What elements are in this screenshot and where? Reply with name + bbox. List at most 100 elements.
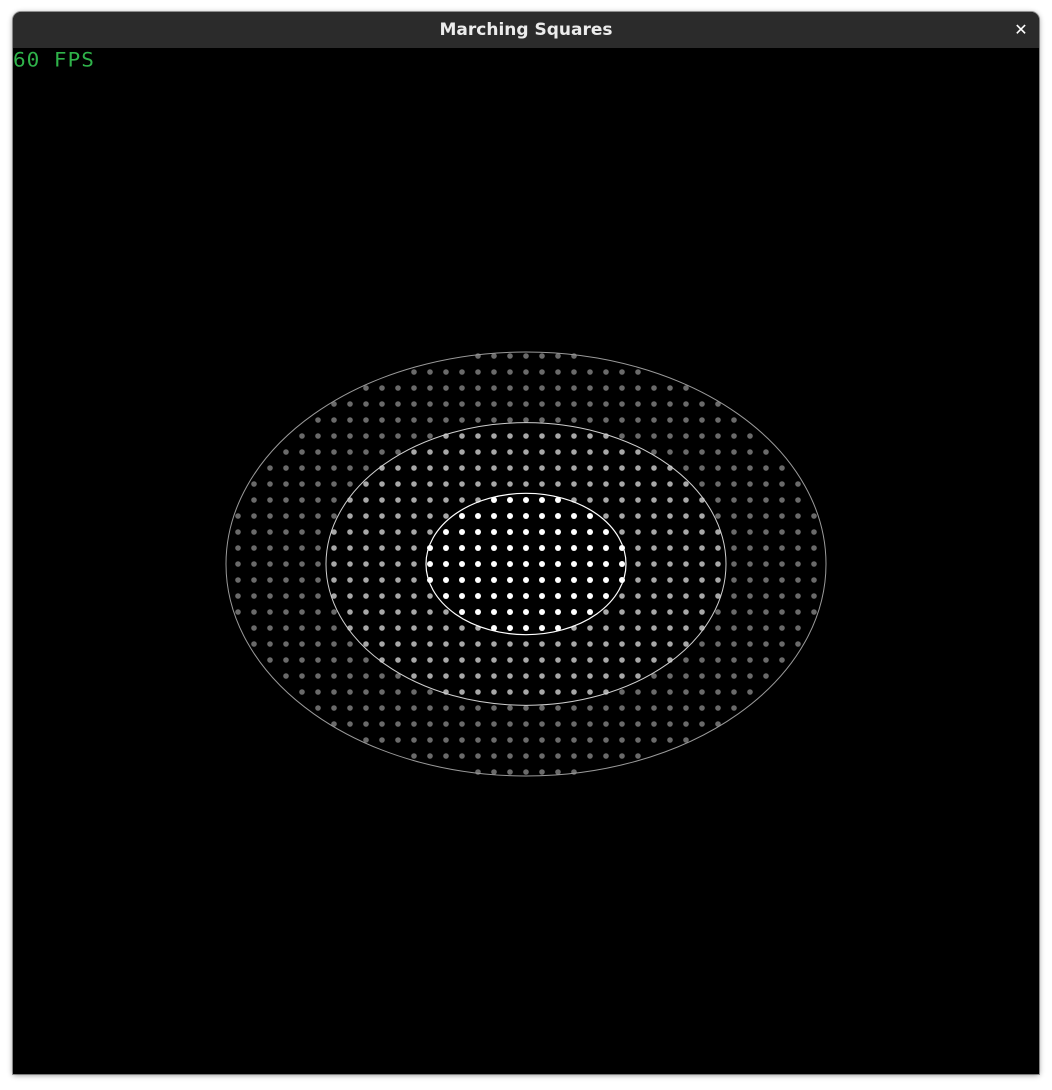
- grid-sample-dot: [763, 465, 769, 471]
- grid-sample-dot: [635, 385, 641, 391]
- grid-sample-dot: [507, 625, 513, 631]
- grid-sample-dot: [523, 609, 529, 615]
- grid-sample-dot: [315, 657, 321, 663]
- grid-sample-dot: [651, 433, 657, 439]
- grid-sample-dot: [491, 705, 497, 711]
- grid-sample-dot: [539, 689, 545, 695]
- grid-sample-dot: [411, 369, 417, 375]
- grid-sample-dot: [475, 369, 481, 375]
- grid-sample-dot: [763, 609, 769, 615]
- grid-sample-dot: [795, 513, 801, 519]
- grid-sample-dot: [731, 593, 737, 599]
- grid-sample-dot: [363, 577, 369, 583]
- grid-sample-dot: [683, 673, 689, 679]
- grid-sample-dot: [315, 465, 321, 471]
- grid-sample-dot: [251, 497, 257, 503]
- grid-sample-dot: [523, 593, 529, 599]
- grid-sample-dot: [347, 721, 353, 727]
- grid-sample-dot: [331, 561, 337, 567]
- grid-sample-dot: [699, 545, 705, 551]
- grid-sample-dot: [331, 497, 337, 503]
- render-canvas[interactable]: 60 FPS: [13, 48, 1039, 1074]
- grid-sample-dot: [315, 609, 321, 615]
- grid-sample-dot: [475, 593, 481, 599]
- grid-sample-dot: [731, 481, 737, 487]
- grid-sample-dot: [363, 417, 369, 423]
- grid-sample-dot: [619, 513, 625, 519]
- grid-sample-dot: [539, 657, 545, 663]
- grid-sample-dot: [267, 545, 273, 551]
- grid-sample-dot: [475, 561, 481, 567]
- grid-sample-dot: [251, 481, 257, 487]
- grid-sample-dot: [395, 545, 401, 551]
- grid-sample-dot: [811, 513, 817, 519]
- grid-sample-dot: [699, 673, 705, 679]
- grid-sample-dot: [731, 513, 737, 519]
- grid-sample-dot: [635, 609, 641, 615]
- grid-sample-dot: [523, 545, 529, 551]
- grid-sample-dot: [315, 529, 321, 535]
- grid-sample-dot: [587, 481, 593, 487]
- grid-sample-dot: [539, 577, 545, 583]
- grid-sample-dot: [299, 593, 305, 599]
- grid-sample-dot: [539, 369, 545, 375]
- grid-sample-dot: [587, 385, 593, 391]
- grid-sample-dot: [523, 641, 529, 647]
- grid-sample-dot: [315, 689, 321, 695]
- grid-sample-dot: [699, 609, 705, 615]
- grid-sample-dot: [555, 481, 561, 487]
- grid-sample-dot: [571, 369, 577, 375]
- grid-sample-dot: [395, 737, 401, 743]
- grid-sample-dot: [587, 641, 593, 647]
- grid-sample-dot: [347, 481, 353, 487]
- grid-sample-dot: [539, 705, 545, 711]
- grid-sample-dot: [443, 737, 449, 743]
- grid-sample-dot: [347, 513, 353, 519]
- grid-sample-dot: [683, 561, 689, 567]
- grid-sample-dot: [699, 657, 705, 663]
- grid-sample-dot: [587, 705, 593, 711]
- close-icon[interactable]: ✕: [1009, 18, 1033, 42]
- grid-sample-dot: [507, 513, 513, 519]
- grid-sample-dot: [459, 369, 465, 375]
- grid-sample-dot: [427, 705, 433, 711]
- grid-sample-dot: [555, 673, 561, 679]
- grid-sample-dot: [427, 481, 433, 487]
- grid-sample-dot: [299, 625, 305, 631]
- grid-sample-dot: [443, 673, 449, 679]
- grid-sample-dot: [443, 657, 449, 663]
- grid-sample-dot: [795, 609, 801, 615]
- grid-sample-dot: [555, 545, 561, 551]
- grid-sample-dot: [379, 705, 385, 711]
- grid-sample-dot: [363, 449, 369, 455]
- grid-sample-dot: [347, 609, 353, 615]
- grid-sample-dot: [379, 721, 385, 727]
- grid-sample-dot: [779, 529, 785, 535]
- grid-sample-dot: [251, 609, 257, 615]
- grid-sample-dot: [331, 673, 337, 679]
- grid-sample-dot: [235, 513, 241, 519]
- grid-sample-dot: [523, 753, 529, 759]
- titlebar[interactable]: Marching Squares ✕: [13, 12, 1039, 49]
- grid-sample-dot: [379, 513, 385, 519]
- grid-sample-dot: [731, 545, 737, 551]
- grid-sample-dot: [363, 609, 369, 615]
- grid-sample-dot: [267, 593, 273, 599]
- grid-sample-dot: [571, 561, 577, 567]
- grid-sample-dot: [731, 625, 737, 631]
- grid-sample-dot: [603, 561, 609, 567]
- grid-sample-dot: [347, 577, 353, 583]
- grid-sample-dot: [811, 593, 817, 599]
- grid-sample-dot: [379, 497, 385, 503]
- grid-sample-dot: [379, 689, 385, 695]
- grid-sample-dot: [731, 417, 737, 423]
- grid-sample-dot: [667, 417, 673, 423]
- grid-sample-dot: [299, 481, 305, 487]
- grid-sample-dot: [683, 513, 689, 519]
- grid-sample-dot: [683, 465, 689, 471]
- grid-sample-dot: [603, 721, 609, 727]
- grid-sample-dot: [315, 705, 321, 711]
- grid-sample-dot: [427, 513, 433, 519]
- grid-sample-dot: [715, 497, 721, 503]
- grid-sample-dot: [635, 689, 641, 695]
